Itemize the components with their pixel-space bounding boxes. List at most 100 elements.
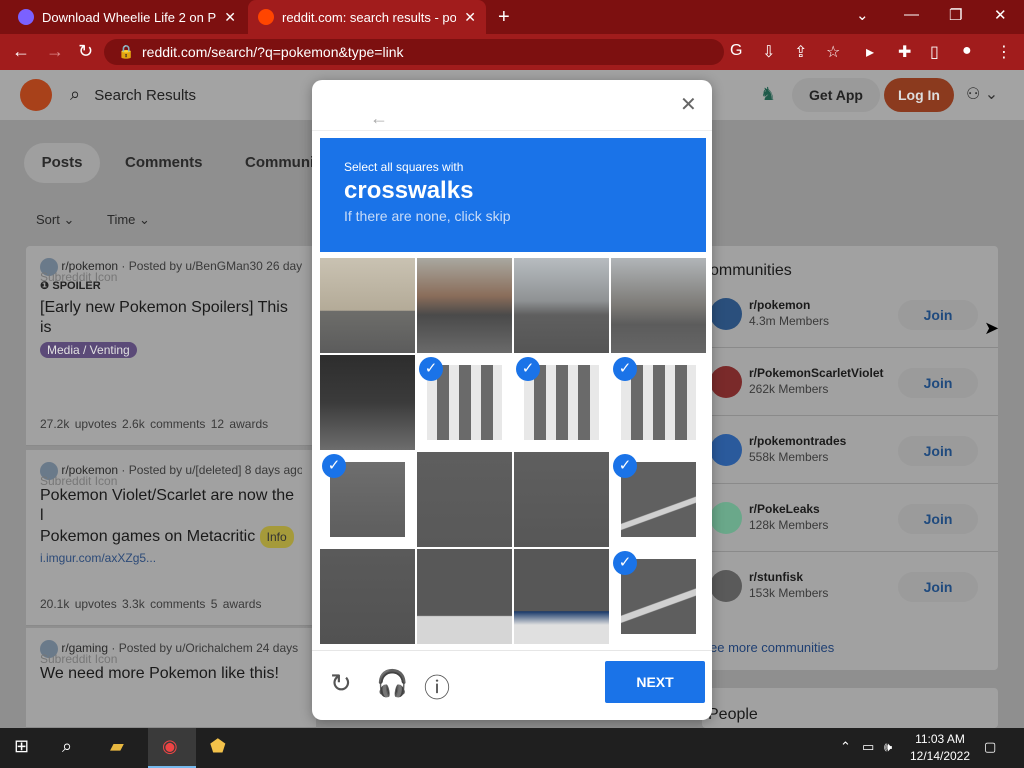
- close-tab-icon[interactable]: ✕: [464, 9, 476, 26]
- join-button[interactable]: Join: [898, 436, 978, 466]
- community-avatar: [710, 570, 742, 602]
- post-card[interactable]: r/pokemon · Posted by u/[deleted] 8 days…: [26, 450, 316, 626]
- notifications-icon[interactable]: ▢: [984, 739, 996, 755]
- community-row[interactable]: r/pokemontrades 558k Members Join: [702, 416, 998, 484]
- address-bar-row: ← → ↻ 🔒 reddit.com/search/?q=pokemon&typ…: [0, 34, 1024, 70]
- captcha-tile[interactable]: ✓: [611, 355, 706, 450]
- user-menu-icon[interactable]: ⚇ ⌄: [966, 84, 998, 104]
- community-name[interactable]: r/pokemontrades: [749, 434, 846, 448]
- tab-posts[interactable]: Posts: [24, 143, 100, 183]
- captcha-tile[interactable]: [320, 355, 415, 450]
- community-name[interactable]: r/stunfisk: [749, 570, 803, 584]
- community-name[interactable]: r/PokeLeaks: [749, 502, 820, 516]
- captcha-tile[interactable]: ✓: [417, 355, 512, 450]
- tab-comments[interactable]: Comments: [125, 143, 203, 183]
- captcha-instructions: Select all squares with crosswalks If th…: [320, 138, 706, 252]
- url-text: reddit.com/search/?q=pokemon&type=link: [142, 44, 404, 60]
- extensions-puzzle-icon[interactable]: ✚: [898, 42, 911, 62]
- join-button[interactable]: Join: [898, 300, 978, 330]
- captcha-tile[interactable]: [417, 452, 512, 547]
- community-row[interactable]: r/pokemon 4.3m Members Join: [702, 280, 998, 348]
- reload-challenge-icon[interactable]: ↻: [330, 668, 352, 699]
- tab-label: reddit.com: search results - poke: [282, 9, 457, 25]
- post-card[interactable]: r/gaming · Posted by u/Orichalchem 24 da…: [26, 628, 316, 728]
- reddit-logo-icon[interactable]: [20, 79, 52, 111]
- community-name[interactable]: r/pokemon: [749, 298, 810, 312]
- tab-reddit-search[interactable]: reddit.com: search results - poke ✕: [248, 0, 486, 34]
- minimize-icon[interactable]: —: [904, 6, 919, 23]
- captcha-tile[interactable]: [611, 258, 706, 353]
- back-icon[interactable]: ←: [12, 41, 30, 62]
- post-flair[interactable]: Info: [259, 526, 294, 548]
- snoo-icon[interactable]: ♞: [760, 84, 776, 105]
- post-link[interactable]: i.imgur.com/axXZg5...: [40, 551, 302, 565]
- captcha-tile[interactable]: [514, 258, 609, 353]
- audio-challenge-icon[interactable]: 🎧: [376, 668, 408, 699]
- bookmark-star-icon[interactable]: ☆: [826, 42, 840, 62]
- app-launcher-icon[interactable]: ⬟: [210, 736, 226, 757]
- search-bar[interactable]: ⌕ Search Results: [70, 84, 196, 105]
- tab-search-icon[interactable]: ⌄: [856, 6, 869, 24]
- post-title[interactable]: [Early new Pokemon Spoilers] This is: [40, 298, 302, 338]
- captcha-tile[interactable]: [320, 258, 415, 353]
- info-icon[interactable]: ⓘ: [424, 668, 450, 705]
- captcha-tile[interactable]: [320, 549, 415, 644]
- file-explorer-icon[interactable]: ▰: [110, 736, 124, 757]
- join-button[interactable]: Join: [898, 504, 978, 534]
- close-tab-icon[interactable]: ✕: [224, 9, 236, 26]
- see-more-communities-link[interactable]: ee more communities: [710, 640, 834, 655]
- restore-icon[interactable]: ❐: [949, 6, 962, 24]
- post-flair[interactable]: Media / Venting: [40, 342, 137, 358]
- time-dropdown[interactable]: Time ⌄: [107, 212, 150, 228]
- captcha-tile[interactable]: ✓: [320, 452, 415, 547]
- log-in-button[interactable]: Log In: [884, 78, 954, 112]
- captcha-tile[interactable]: [417, 549, 512, 644]
- captcha-tile[interactable]: [417, 258, 512, 353]
- post-card[interactable]: r/pokemon · Posted by u/BenGMan30 26 day…: [26, 246, 316, 446]
- url-field[interactable]: 🔒 reddit.com/search/?q=pokemon&type=link: [104, 39, 724, 65]
- browser-tab-bar: Download Wheelie Life 2 on PC w ✕ reddit…: [0, 0, 1024, 34]
- back-arrow-icon[interactable]: ←: [370, 108, 388, 129]
- get-app-button[interactable]: Get App: [792, 78, 880, 112]
- captcha-tile[interactable]: [514, 452, 609, 547]
- community-row[interactable]: r/PokemonScarletViolet 262k Members Join: [702, 348, 998, 416]
- tab-wheelie-life[interactable]: Download Wheelie Life 2 on PC w ✕: [8, 0, 246, 34]
- menu-kebab-icon[interactable]: ⋮: [996, 42, 1012, 62]
- tray-chevron-icon[interactable]: ⌃: [840, 739, 851, 755]
- community-name[interactable]: r/PokemonScarletViolet: [749, 366, 884, 380]
- join-button[interactable]: Join: [898, 572, 978, 602]
- network-icon[interactable]: ▭: [862, 739, 874, 755]
- post-title[interactable]: Pokemon Violet/Scarlet are now the l: [40, 486, 302, 526]
- side-panel-icon[interactable]: ▯: [930, 42, 939, 62]
- join-button[interactable]: Join: [898, 368, 978, 398]
- captcha-tile[interactable]: [514, 549, 609, 644]
- google-icon[interactable]: G: [730, 42, 742, 60]
- profile-icon[interactable]: ●: [962, 42, 972, 60]
- post-title[interactable]: We need more Pokemon like this!: [40, 664, 302, 684]
- system-clock[interactable]: 11:03 AM 12/14/2022: [906, 731, 974, 765]
- search-results-label: Search Results: [94, 87, 196, 104]
- next-button[interactable]: NEXT: [605, 661, 705, 703]
- tab-communities[interactable]: Communi: [245, 143, 314, 183]
- community-row[interactable]: r/stunfisk 153k Members Join: [702, 552, 998, 620]
- post-title-line2[interactable]: Pokemon games on Metacritic Info: [40, 526, 302, 548]
- volume-icon[interactable]: 🕪: [884, 739, 892, 755]
- forward-icon[interactable]: →: [46, 41, 64, 62]
- search-icon[interactable]: ⌕: [62, 736, 72, 757]
- sort-dropdown[interactable]: Sort ⌄: [36, 212, 74, 228]
- chrome-icon: ◉: [162, 736, 178, 756]
- chevron-down-icon: ⌄: [139, 212, 150, 227]
- share-icon[interactable]: ⇪: [794, 42, 807, 62]
- post-stats: 20.1k upvotes 3.3k comments 5 awards: [40, 597, 262, 611]
- captcha-tile[interactable]: ✓: [611, 549, 706, 644]
- windows-start-icon[interactable]: ⊞: [14, 736, 29, 757]
- extension-cursor-icon[interactable]: ▸: [866, 42, 874, 62]
- close-window-icon[interactable]: ✕: [994, 6, 1007, 24]
- install-icon[interactable]: ⇩: [762, 42, 775, 62]
- close-icon[interactable]: ✕: [680, 92, 697, 117]
- reload-icon[interactable]: ↻: [78, 41, 93, 62]
- captcha-tile[interactable]: ✓: [611, 452, 706, 547]
- captcha-tile[interactable]: ✓: [514, 355, 609, 450]
- community-row[interactable]: r/PokeLeaks 128k Members Join: [702, 484, 998, 552]
- new-tab-icon[interactable]: +: [498, 6, 510, 29]
